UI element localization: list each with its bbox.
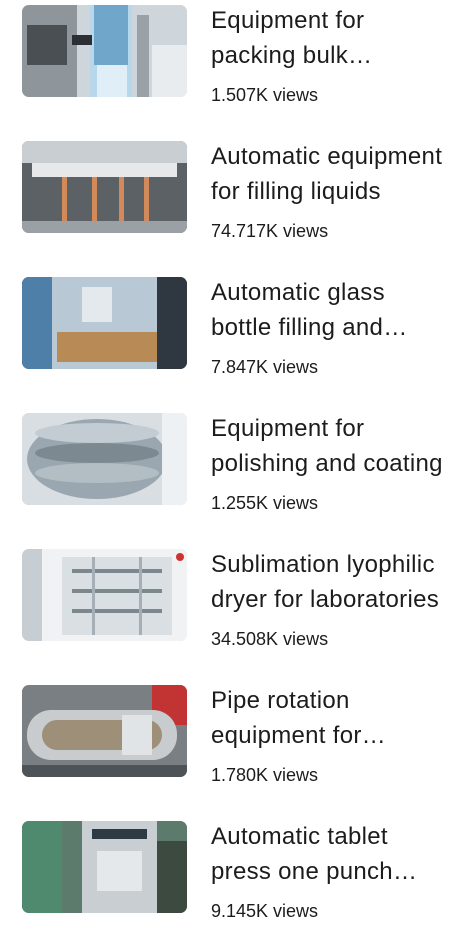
- rotating-pipe-thumbnail[interactable]: [22, 685, 187, 777]
- video-item[interactable]: Equipment for packing bulk products 1.50…: [0, 0, 463, 110]
- video-list: Equipment for packing bulk products 1.50…: [0, 0, 463, 925]
- view-count: 7.847K views: [211, 357, 319, 377]
- packing-machine-thumbnail[interactable]: [22, 5, 187, 97]
- freeze-dryer-thumbnail[interactable]: [22, 549, 187, 641]
- video-item[interactable]: Automatic equipment for filling liquids …: [0, 136, 463, 246]
- view-count: 1.507K views: [211, 85, 319, 105]
- bottle-filling-line-thumbnail[interactable]: [22, 277, 187, 369]
- video-item[interactable]: Equipment for polishing and coating 1.25…: [0, 408, 463, 518]
- video-title[interactable]: Equipment for packing bulk products: [211, 3, 447, 73]
- video-item[interactable]: Pipe rotation equipment for coating 1.78…: [0, 680, 463, 790]
- video-title[interactable]: Automatic tablet press one punch machine: [211, 819, 447, 889]
- tablet-press-thumbnail[interactable]: [22, 821, 187, 913]
- view-count: 1.255K views: [211, 493, 319, 513]
- video-title[interactable]: Automatic equipment for filling liquids: [211, 139, 447, 209]
- video-item[interactable]: Sublimation lyophilic dryer for laborato…: [0, 544, 463, 654]
- polishing-drum-thumbnail[interactable]: [22, 413, 187, 505]
- video-item[interactable]: Automatic glass bottle filling and cappi…: [0, 272, 463, 382]
- view-count: 9.145K views: [211, 901, 319, 921]
- video-title[interactable]: Sublimation lyophilic dryer for laborato…: [211, 547, 447, 617]
- view-count: 1.780K views: [211, 765, 319, 785]
- filling-nozzles-thumbnail[interactable]: [22, 141, 187, 233]
- video-title[interactable]: Equipment for polishing and coating: [211, 411, 447, 481]
- video-title[interactable]: Automatic glass bottle filling and cappi…: [211, 275, 447, 345]
- video-title[interactable]: Pipe rotation equipment for coating: [211, 683, 447, 753]
- view-count: 34.508K views: [211, 629, 329, 649]
- video-item[interactable]: Automatic tablet press one punch machine…: [0, 816, 463, 926]
- view-count: 74.717K views: [211, 221, 329, 241]
